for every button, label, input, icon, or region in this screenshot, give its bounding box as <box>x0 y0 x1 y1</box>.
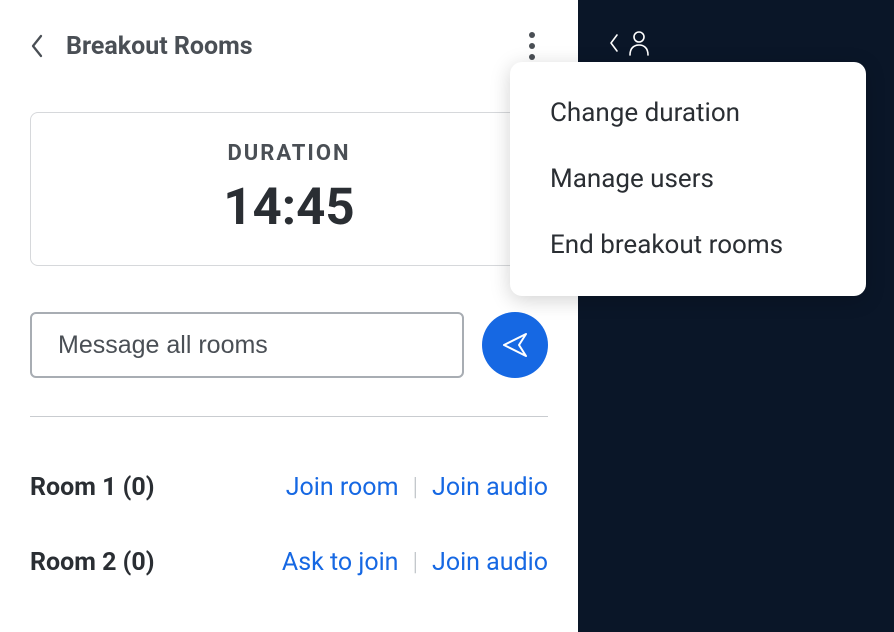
back-button[interactable] <box>30 34 44 58</box>
menu-manage-users[interactable]: Manage users <box>510 146 866 212</box>
duration-label: DURATION <box>31 141 547 166</box>
room-name: Room 2 (0) <box>30 548 155 577</box>
join-room-link[interactable]: Join room <box>286 473 399 502</box>
panel-header: Breakout Rooms <box>30 24 548 68</box>
join-audio-link[interactable]: Join audio <box>432 548 548 577</box>
room-actions: Ask to join | Join audio <box>282 548 548 577</box>
room-actions: Join room | Join audio <box>286 473 548 502</box>
duration-card: DURATION 14:45 <box>30 112 548 266</box>
divider <box>30 416 548 417</box>
duration-timer: 14:45 <box>31 178 547 237</box>
more-vertical-icon <box>529 32 535 38</box>
action-separator: | <box>413 548 419 577</box>
options-dropdown: Change duration Manage users End breakou… <box>510 62 866 296</box>
send-message-button[interactable] <box>482 312 548 378</box>
panel-title: Breakout Rooms <box>66 32 253 61</box>
message-all-rooms-input[interactable] <box>30 312 464 378</box>
menu-end-breakout-rooms[interactable]: End breakout rooms <box>510 212 866 278</box>
user-icon <box>628 30 650 56</box>
ask-to-join-link[interactable]: Ask to join <box>282 548 399 577</box>
action-separator: | <box>413 473 419 502</box>
room-name: Room 1 (0) <box>30 473 155 502</box>
room-row: Room 2 (0) Ask to join | Join audio <box>30 548 548 577</box>
more-options-button[interactable] <box>516 30 548 62</box>
join-audio-link[interactable]: Join audio <box>432 473 548 502</box>
send-icon <box>501 331 529 359</box>
rooms-list: Room 1 (0) Join room | Join audio Room 2… <box>30 473 548 577</box>
breakout-panel: Breakout Rooms DURATION 14:45 Room 1 (0)… <box>0 0 578 632</box>
chevron-left-icon <box>608 33 620 53</box>
menu-change-duration[interactable]: Change duration <box>510 80 866 146</box>
message-row <box>30 312 548 378</box>
participants-back-area <box>608 30 650 56</box>
room-row: Room 1 (0) Join room | Join audio <box>30 473 548 502</box>
